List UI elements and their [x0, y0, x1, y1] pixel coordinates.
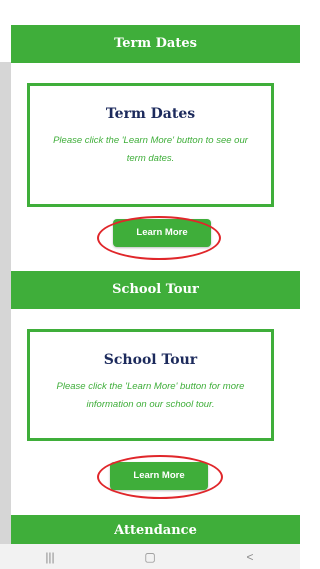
school-tour-card-text: Please click the 'Learn More' button for…: [56, 381, 245, 410]
home-icon[interactable]: ▢: [120, 550, 180, 564]
section-band-attendance: Attendance: [11, 515, 300, 547]
system-navbar: ||| ▢ <: [0, 544, 300, 569]
section-band-term-dates: Term Dates: [11, 25, 300, 63]
term-dates-card: Term Dates Please click the 'Learn More'…: [27, 83, 274, 207]
highlight-circle: [97, 455, 223, 499]
term-dates-card-text: Please click the 'Learn More' button to …: [53, 135, 248, 164]
school-tour-card: School Tour Please click the 'Learn More…: [27, 329, 274, 441]
term-dates-card-title: Term Dates: [105, 106, 196, 122]
school-tour-card-title: School Tour: [103, 352, 198, 368]
section-band-school-tour: School Tour: [11, 271, 300, 309]
highlight-circle: [97, 216, 221, 260]
recent-apps-icon[interactable]: |||: [20, 550, 80, 564]
side-strip: [0, 62, 11, 544]
back-icon[interactable]: <: [220, 550, 280, 564]
